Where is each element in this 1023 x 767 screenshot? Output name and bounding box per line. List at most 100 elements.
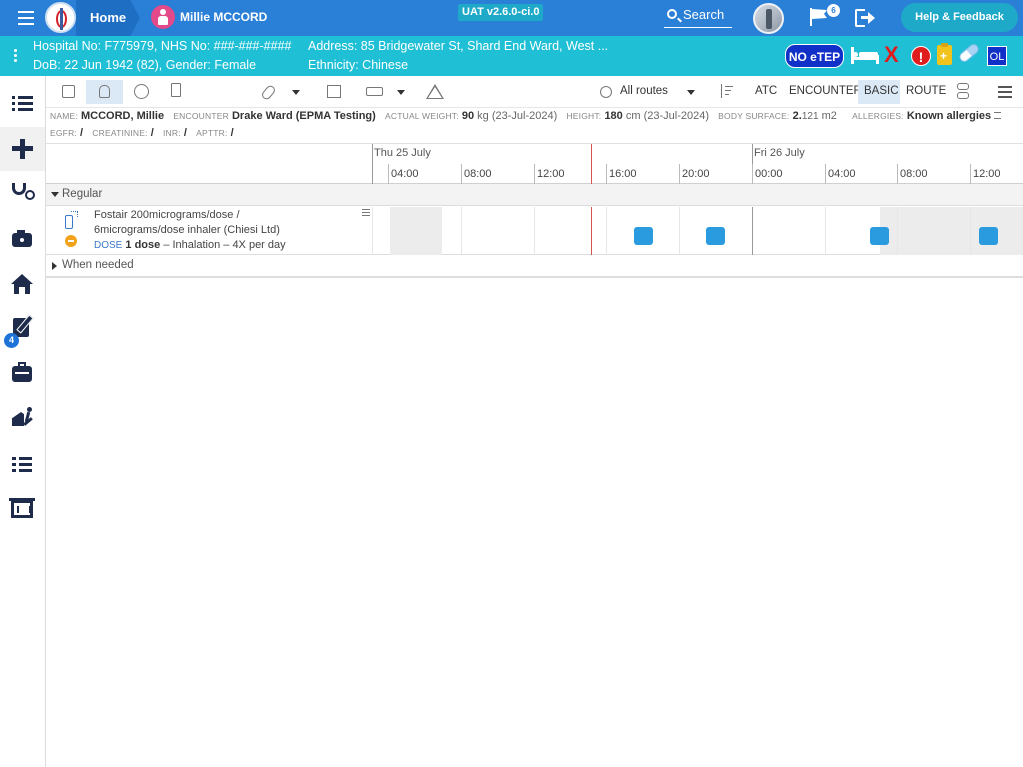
administration-slot[interactable]	[979, 227, 998, 245]
document-icon	[171, 83, 181, 97]
allergies-menu-icon[interactable]	[994, 112, 1002, 119]
view-encounter-button[interactable]: ENCOUNTER	[789, 85, 862, 97]
dose-label: DOSE	[94, 240, 123, 251]
body-surface-value: 2.	[792, 110, 802, 122]
administration-slot[interactable]	[870, 227, 889, 245]
print-button[interactable]	[363, 80, 387, 104]
hour-tick: 20:00	[679, 164, 710, 184]
sidebar-item-camera[interactable]	[0, 217, 45, 261]
prescription-count-badge: 4	[4, 333, 19, 348]
search-icon	[667, 9, 677, 19]
routes-select[interactable]: All routes	[599, 80, 695, 104]
search-label: Search	[683, 7, 725, 22]
logout-icon[interactable]	[855, 9, 875, 27]
camera-icon	[12, 230, 32, 247]
user-avatar[interactable]	[753, 3, 784, 34]
search-button[interactable]: Search	[664, 6, 732, 28]
sidebar-item-prescriptions[interactable]: 4	[0, 307, 45, 351]
sidebar-item-display[interactable]	[0, 487, 45, 531]
app-logo	[45, 2, 76, 33]
hour-tick: 08:00	[897, 164, 928, 184]
menu-icon[interactable]	[18, 11, 34, 25]
calendar-icon	[327, 85, 341, 98]
clipboard-icon[interactable]: +	[937, 43, 952, 65]
hour-tick: 12:00	[534, 164, 565, 184]
tree-icon	[957, 83, 969, 90]
timeline-header: Thu 25 July Fri 26 July 04:00 08:00 12:0…	[46, 144, 1023, 184]
administration-slot[interactable]	[634, 227, 653, 245]
group-when-needed[interactable]: When needed	[46, 255, 1023, 277]
inr-label: INR:	[163, 128, 181, 138]
name-label: NAME:	[50, 111, 78, 121]
tree-view-button[interactable]	[953, 80, 975, 104]
alert-icon[interactable]: !	[911, 46, 931, 66]
stethoscope-icon	[12, 183, 35, 200]
body-surface-label: BODY SURFACE:	[718, 111, 790, 121]
view-basic-button[interactable]: BASIC	[858, 80, 900, 104]
view-atc-button[interactable]: ATC	[755, 85, 777, 97]
routes-select-value: All routes	[620, 85, 668, 97]
sidebar-item-list[interactable]	[0, 82, 45, 126]
dose-details: – Inhalation – 4X per day	[163, 239, 286, 251]
sort-icon	[721, 84, 722, 98]
group-regular[interactable]: Regular	[46, 184, 1023, 206]
ol-badge[interactable]: OL	[987, 46, 1007, 66]
administration-slot[interactable]	[706, 227, 725, 245]
name-value: MCCORD, Millie	[80, 110, 165, 122]
more-menu-icon	[998, 86, 1012, 88]
day-label-fri: Fri 26 July	[754, 147, 805, 159]
patient-info-strip: NAME: MCCORD, Millie ENCOUNTER Drake War…	[46, 108, 1023, 144]
medication-name-line2[interactable]: 6micrograms/dose inhaler (Chiesi Ltd)	[94, 223, 286, 238]
plus-icon	[12, 139, 33, 159]
edit-icon	[62, 85, 75, 98]
allergies-value[interactable]: Known allergies	[907, 110, 991, 122]
kebab-menu-icon[interactable]	[14, 49, 17, 63]
weight-label: ACTUAL WEIGHT:	[385, 111, 459, 121]
patient-name[interactable]: Millie MCCORD	[180, 10, 267, 24]
height-value: 180	[604, 110, 623, 122]
document-button[interactable]	[166, 80, 186, 104]
no-etep-badge[interactable]: NO eTEP	[785, 44, 844, 68]
view-basic-label: BASIC	[864, 85, 899, 97]
sidebar-item-checklist[interactable]	[0, 442, 45, 486]
medication-row[interactable]: Fostair 200micrograms/dose / 6micrograms…	[46, 207, 1023, 255]
home-link[interactable]: Home	[90, 10, 126, 25]
sort-button[interactable]	[716, 80, 738, 104]
sidebar-item-add[interactable]	[0, 127, 45, 171]
edit-chart-button[interactable]	[58, 80, 80, 104]
sidebar-item-clinical[interactable]	[0, 172, 45, 216]
creatinine-label: CREATININE:	[92, 128, 148, 138]
sidebar-item-briefcase[interactable]	[0, 352, 45, 396]
add-medication-button[interactable]	[260, 80, 287, 104]
dose-value: 1 dose	[125, 239, 161, 251]
medication-menu-icon[interactable]	[362, 209, 370, 217]
hour-tick: 00:00	[752, 164, 783, 184]
hour-tick: 04:00	[825, 164, 856, 184]
medication-name-line1[interactable]: Fostair 200micrograms/dose /	[94, 208, 286, 223]
calendar-button[interactable]	[324, 80, 346, 104]
help-feedback-button[interactable]: Help & Feedback	[901, 3, 1018, 32]
close-x-icon[interactable]: X	[884, 43, 899, 67]
compass-button[interactable]	[131, 80, 153, 104]
apttr-value: /	[230, 127, 234, 139]
add-medication-dropdown-icon[interactable]	[292, 90, 300, 95]
display-icon	[9, 498, 35, 518]
left-sidebar: 4	[0, 76, 46, 767]
more-menu-button[interactable]	[996, 80, 1016, 104]
hour-tick: 12:00	[970, 164, 1001, 184]
apttr-label: APTTR:	[196, 128, 228, 138]
sidebar-item-discharge[interactable]	[0, 397, 45, 441]
top-bar: Home Millie MCCORD UAT v2.6.0-ci.0 Searc…	[0, 0, 1023, 36]
encounter-value[interactable]: Drake Ward (EPMA Testing)	[232, 110, 376, 122]
weight-value: 90	[461, 110, 475, 122]
version-badge: UAT v2.6.0-ci.0	[458, 4, 544, 21]
bed-icon[interactable]	[851, 47, 879, 65]
print-dropdown-icon[interactable]	[397, 90, 405, 95]
sidebar-item-home[interactable]	[0, 262, 45, 306]
hour-tick: 08:00	[461, 164, 492, 184]
administer-button[interactable]	[86, 80, 123, 104]
warnings-button[interactable]	[423, 80, 445, 104]
view-route-button[interactable]: ROUTE	[906, 85, 946, 97]
hospital-number: Hospital No: F775979, NHS No: ###-###-##…	[33, 39, 292, 53]
egfr-value: /	[80, 127, 84, 139]
